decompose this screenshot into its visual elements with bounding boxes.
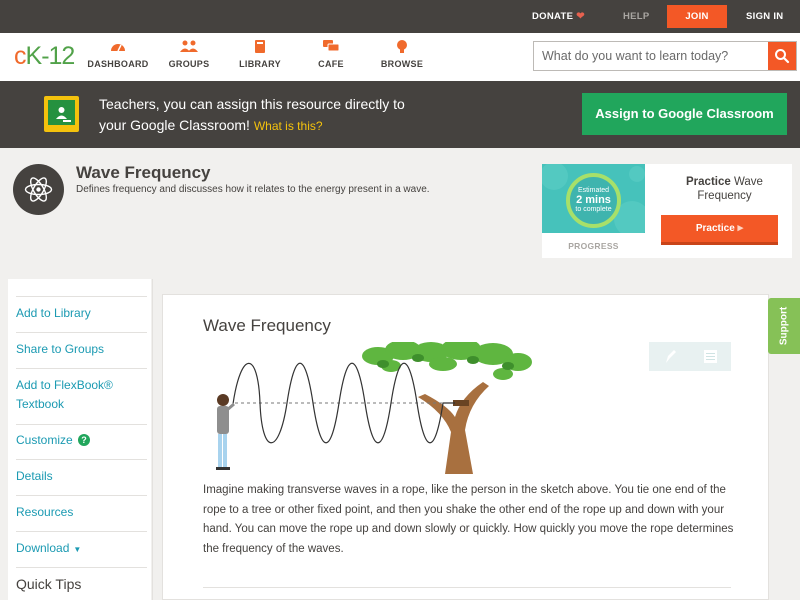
classroom-message-line2: your Google Classroom! xyxy=(99,117,250,133)
logo-12: 12 xyxy=(48,42,76,70)
logo-k: K xyxy=(25,42,43,70)
pencil-icon xyxy=(666,350,676,363)
sign-in-link[interactable]: SIGN IN xyxy=(746,0,783,33)
sidebar-divider xyxy=(16,567,147,568)
classroom-message: Teachers, you can assign this resource d… xyxy=(99,94,469,137)
content-panel: Wave Frequency Imagine making transverse… xyxy=(162,294,769,600)
nav-browse-label: BROWSE xyxy=(380,59,424,69)
support-label: Support xyxy=(778,306,790,346)
help-question-icon[interactable]: ? xyxy=(78,434,91,446)
heart-icon: ❤ xyxy=(576,11,585,22)
sidebar-item-share-to-groups[interactable]: Share to Groups xyxy=(16,340,147,359)
left-sidebar: Add to Library Share to Groups Add to Fl… xyxy=(8,279,151,600)
donate-label: DONATE xyxy=(532,11,574,22)
help-link[interactable]: HELP xyxy=(623,0,650,33)
nav-cafe-label: CAFE xyxy=(318,59,344,69)
practice-title: Practice Wave Frequency xyxy=(662,175,787,203)
concept-title: Wave Frequency xyxy=(76,163,211,182)
nav-browse[interactable]: BROWSE xyxy=(367,39,437,69)
search-box xyxy=(533,41,797,71)
sidebar-divider xyxy=(16,368,147,369)
sidebar-divider xyxy=(16,459,147,460)
ck12-logo[interactable]: cK-12 xyxy=(14,42,76,71)
customize-label: Customize xyxy=(16,433,73,447)
practice-card: Estimated 2 mins to complete PROGRESS Pr… xyxy=(542,164,792,258)
donate-link[interactable]: DONATE ❤ xyxy=(532,0,585,33)
library-book-icon xyxy=(225,39,295,57)
main-navigation: cK-12 DASHBOARD GROUPS LIBRARY CAFE BROW… xyxy=(0,33,800,81)
annotation-tools xyxy=(649,342,731,371)
sidebar-divider xyxy=(16,424,147,425)
sidebar-divider xyxy=(16,332,147,333)
estimated-time-ring: Estimated 2 mins to complete xyxy=(566,173,621,228)
notes-tool[interactable] xyxy=(690,342,731,371)
nav-library[interactable]: LIBRARY xyxy=(225,39,295,69)
sidebar-item-add-to-library[interactable]: Add to Library xyxy=(16,304,147,323)
progress-label: PROGRESS xyxy=(568,241,619,251)
caret-down-icon: ▼ xyxy=(73,545,82,554)
estimated-mins: 2 mins xyxy=(576,194,611,206)
nav-groups[interactable]: GROUPS xyxy=(154,39,224,69)
wave-rope-illustration xyxy=(216,342,532,474)
google-classroom-banner: Teachers, you can assign this resource d… xyxy=(0,81,800,148)
top-utility-bar: DONATE ❤ HELP JOIN SIGN IN xyxy=(0,0,800,33)
practice-button[interactable]: Practice ▸ xyxy=(661,215,778,245)
support-tab[interactable]: Support xyxy=(768,298,800,354)
cafe-chat-icon xyxy=(296,39,366,57)
search-icon xyxy=(775,49,790,64)
logo-dash: - xyxy=(41,42,49,70)
nav-library-label: LIBRARY xyxy=(239,59,281,69)
chevron-right-icon: ▸ xyxy=(737,222,744,234)
google-classroom-icon xyxy=(44,96,79,132)
sidebar-divider xyxy=(16,531,147,532)
sidebar-item-details[interactable]: Details xyxy=(16,467,147,486)
search-input[interactable] xyxy=(534,42,768,70)
nav-cafe[interactable]: CAFE xyxy=(296,39,366,69)
quick-tips-heading[interactable]: Quick Tips xyxy=(16,576,81,592)
search-button[interactable] xyxy=(768,42,796,70)
to-complete-label: to complete xyxy=(575,206,612,213)
highlight-tool[interactable] xyxy=(649,342,690,371)
what-is-this-link[interactable]: What is this? xyxy=(254,119,323,133)
classroom-message-line1: Teachers, you can assign this resource d… xyxy=(99,96,405,112)
logo-c: c xyxy=(14,42,26,70)
content-title: Wave Frequency xyxy=(203,316,331,335)
notes-icon xyxy=(704,350,717,363)
assign-to-google-classroom-button[interactable]: Assign to Google Classroom xyxy=(582,93,787,135)
groups-people-icon xyxy=(154,39,224,57)
content-paragraph: Imagine making transverse waves in a rop… xyxy=(203,484,734,555)
dashboard-gauge-icon xyxy=(83,39,153,57)
atom-icon xyxy=(13,164,64,215)
sidebar-item-resources[interactable]: Resources xyxy=(16,503,147,522)
sidebar-item-download[interactable]: Download ▼ xyxy=(16,539,147,559)
main-content: Wave Frequency Imagine making transverse… xyxy=(152,279,793,600)
nav-groups-label: GROUPS xyxy=(168,59,210,69)
nav-dashboard-label: DASHBOARD xyxy=(87,59,149,69)
sidebar-item-add-to-flexbook[interactable]: Add to FlexBook® Textbook xyxy=(16,376,147,414)
concept-description: Defines frequency and discusses how it r… xyxy=(76,184,430,195)
sidebar-divider xyxy=(16,296,147,297)
nav-dashboard[interactable]: DASHBOARD xyxy=(83,39,153,69)
content-divider xyxy=(203,587,731,588)
progress-image: Estimated 2 mins to complete xyxy=(542,164,645,233)
sidebar-divider xyxy=(16,495,147,496)
sidebar-item-customize[interactable]: Customize ? xyxy=(16,431,147,450)
download-label: Download xyxy=(16,541,70,555)
browse-lightbulb-icon xyxy=(367,39,437,57)
practice-button-label: Practice xyxy=(695,223,735,234)
practice-title-bold: Practice xyxy=(686,176,731,188)
join-button[interactable]: JOIN xyxy=(667,5,727,28)
